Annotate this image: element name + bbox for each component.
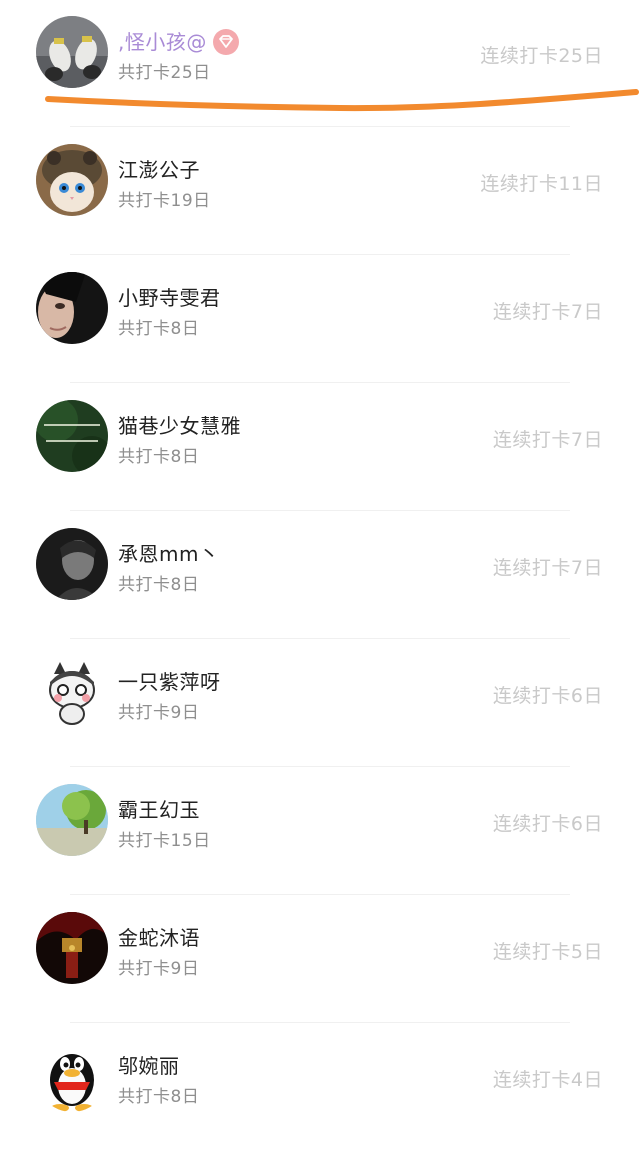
total-checkin-days: 共打卡19日 <box>118 191 211 211</box>
face-dark-avatar-icon <box>36 272 108 344</box>
bw-portrait-avatar-icon <box>36 528 108 600</box>
list-item[interactable]: 邬婉丽 共打卡8日 连续打卡4日 <box>0 1024 640 1152</box>
divider <box>70 894 570 895</box>
avatar[interactable] <box>36 400 108 472</box>
total-checkin-days: 共打卡8日 <box>118 1087 200 1107</box>
green-text-avatar-icon <box>36 400 108 472</box>
total-checkin-days: 共打卡9日 <box>118 703 200 723</box>
divider <box>70 510 570 511</box>
user-name: 猫巷少女慧雅 <box>118 414 241 438</box>
user-name: 霸王幻玉 <box>118 798 200 822</box>
list-item[interactable]: 承恩mm丶 共打卡8日 连续打卡7日 <box>0 512 640 640</box>
list-item[interactable]: 小野寺雯君 共打卡8日 连续打卡7日 <box>0 256 640 384</box>
user-name: 金蛇沐语 <box>118 926 200 950</box>
divider <box>70 1022 570 1023</box>
list-item[interactable]: 一只紫萍呀 共打卡9日 连续打卡6日 <box>0 640 640 768</box>
total-checkin-days: 共打卡8日 <box>118 575 200 595</box>
avatar[interactable] <box>36 528 108 600</box>
avatar[interactable] <box>36 784 108 856</box>
streak-checkin-days: 连续打卡6日 <box>492 685 603 707</box>
list-item[interactable]: 猫巷少女慧雅 共打卡8日 连续打卡7日 <box>0 384 640 512</box>
avatar[interactable] <box>36 912 108 984</box>
checkin-ranking-list: ,怪小孩@ 共打卡25日 连续打卡25日 江澎公子 共打卡19日 连续打卡11日… <box>0 0 640 1112</box>
user-name: 邬婉丽 <box>118 1054 180 1078</box>
qq-penguin-avatar-icon <box>36 1040 108 1112</box>
user-name: 一只紫萍呀 <box>118 670 221 694</box>
user-name: 江澎公子 <box>118 158 200 182</box>
avatar[interactable] <box>36 144 108 216</box>
streak-checkin-days: 连续打卡5日 <box>492 941 603 963</box>
total-checkin-days: 共打卡8日 <box>118 447 200 467</box>
divider <box>70 766 570 767</box>
divider <box>70 638 570 639</box>
landscape-tree-avatar-icon <box>36 784 108 856</box>
user-name: 承恩mm丶 <box>118 542 220 566</box>
user-name: 小野寺雯君 <box>118 286 221 310</box>
red-dark-avatar-icon <box>36 912 108 984</box>
streak-checkin-days: 连续打卡7日 <box>492 301 603 323</box>
avatar[interactable] <box>36 656 108 728</box>
avatar[interactable] <box>36 272 108 344</box>
streak-checkin-days: 连续打卡25日 <box>480 45 603 67</box>
vip-diamond-icon <box>212 28 239 55</box>
list-item[interactable]: 霸王幻玉 共打卡15日 连续打卡6日 <box>0 768 640 896</box>
divider <box>70 254 570 255</box>
cat-hat-avatar-icon <box>36 144 108 216</box>
orange-highlight-stroke <box>45 89 639 112</box>
divider <box>70 382 570 383</box>
total-checkin-days: 共打卡9日 <box>118 959 200 979</box>
total-checkin-days: 共打卡15日 <box>118 831 211 851</box>
user-name-text: ,怪小孩@ <box>118 30 207 54</box>
user-name: ,怪小孩@ <box>118 26 239 57</box>
streak-checkin-days: 连续打卡6日 <box>492 813 603 835</box>
streak-checkin-days: 连续打卡7日 <box>492 557 603 579</box>
list-item[interactable]: 江澎公子 共打卡19日 连续打卡11日 <box>0 128 640 256</box>
total-checkin-days: 共打卡8日 <box>118 319 200 339</box>
streak-checkin-days: 连续打卡4日 <box>492 1069 603 1091</box>
avatar[interactable] <box>36 1040 108 1112</box>
streak-checkin-days: 连续打卡7日 <box>492 429 603 451</box>
husky-cartoon-avatar-icon <box>36 656 108 728</box>
divider <box>70 126 570 127</box>
streak-checkin-days: 连续打卡11日 <box>480 173 603 195</box>
list-item[interactable]: 金蛇沐语 共打卡9日 连续打卡5日 <box>0 896 640 1024</box>
